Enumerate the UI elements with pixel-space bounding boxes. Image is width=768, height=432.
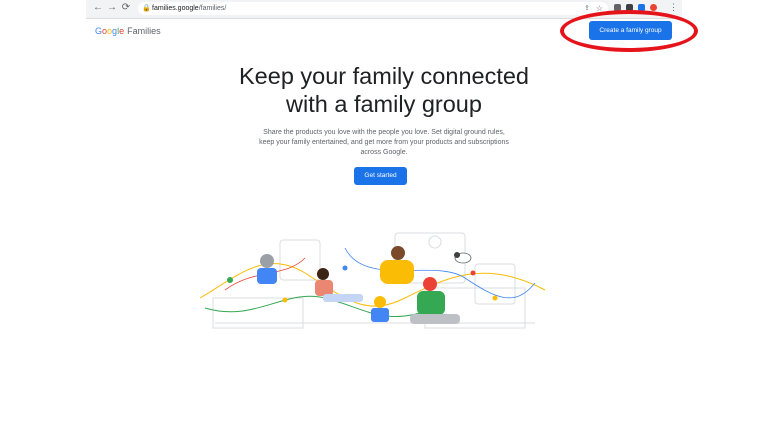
- address-bar[interactable]: 🔒 families.google/families/ ⇪ ☆: [138, 2, 608, 15]
- boy-figure: [371, 308, 389, 322]
- get-started-button[interactable]: Get started: [354, 167, 407, 185]
- back-arrow-icon[interactable]: ←: [92, 2, 104, 14]
- hero-description: Share the products you love with the peo…: [259, 129, 509, 156]
- logo-product-name: Families: [127, 26, 161, 36]
- lock-icon: 🔒: [142, 5, 151, 12]
- page-title: Keep your family connected with a family…: [160, 62, 608, 118]
- grandpa-figure: [260, 254, 274, 268]
- logo-letter: e: [119, 26, 125, 36]
- annotation-circle: [560, 10, 698, 52]
- profile-avatar-icon[interactable]: [650, 4, 657, 11]
- google-families-logo[interactable]: Google Families: [95, 25, 161, 37]
- url-domain: families.google: [152, 5, 199, 12]
- headline-line-1: Keep your family connected: [239, 63, 529, 89]
- reload-icon[interactable]: ⟳: [120, 2, 132, 14]
- woman-figure: [380, 260, 414, 284]
- logo-letter: G: [95, 26, 103, 36]
- url-path: /families/: [198, 5, 227, 12]
- family-illustration: [199, 232, 546, 329]
- girl-figure: [315, 280, 333, 296]
- man-figure: [417, 291, 445, 315]
- url-text[interactable]: families.google/families/: [152, 2, 226, 15]
- headline-line-2: with a family group: [286, 91, 482, 117]
- menu-dots-icon[interactable]: ⋮: [669, 2, 678, 13]
- forward-arrow-icon[interactable]: →: [106, 2, 118, 14]
